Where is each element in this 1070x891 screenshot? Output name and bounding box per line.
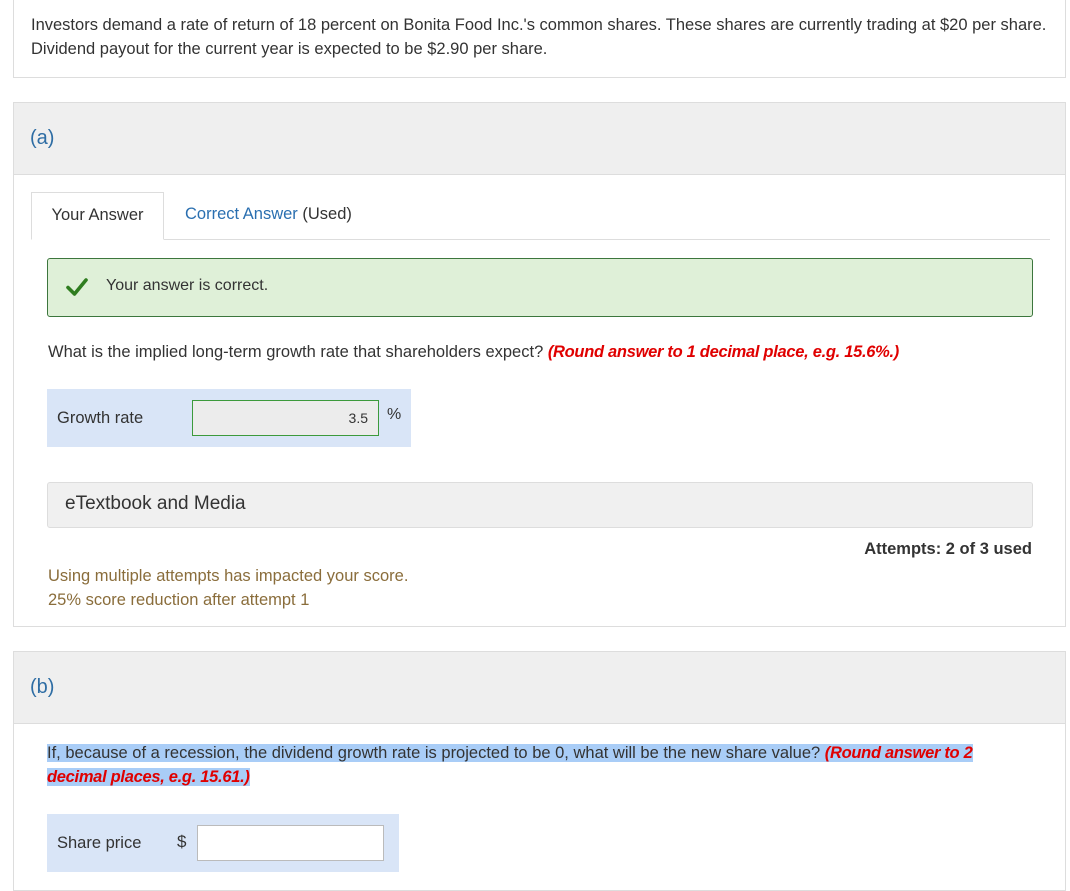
attempts-counter: Attempts: 2 of 3 used xyxy=(864,540,1032,558)
growth-rate-label: Growth rate xyxy=(57,409,144,427)
tab-your-answer[interactable]: Your Answer xyxy=(31,192,164,240)
share-price-input[interactable] xyxy=(197,825,384,861)
score-penalty-notice: Using multiple attempts has impacted you… xyxy=(48,564,408,612)
part-b-panel: (b) If, because of a recession, the divi… xyxy=(13,651,1066,891)
feedback-message: Your answer is correct. xyxy=(106,277,269,294)
checkmark-icon xyxy=(66,278,88,296)
correct-feedback-banner: Your answer is correct. xyxy=(47,258,1033,317)
correct-answer-link[interactable]: Correct Answer xyxy=(185,205,298,223)
share-price-answer-row: Share price $ xyxy=(47,814,399,872)
penalty-line-2: 25% score reduction after attempt 1 xyxy=(48,591,310,609)
question-b: If, because of a recession, the dividend… xyxy=(47,741,987,789)
percent-unit: % xyxy=(387,406,402,423)
growth-rate-input[interactable]: 3.5 xyxy=(192,400,379,436)
penalty-line-1: Using multiple attempts has impacted you… xyxy=(48,567,409,585)
etextbook-media-button[interactable]: eTextbook and Media xyxy=(47,482,1033,528)
rounding-instruction-a: (Round answer to 1 decimal place, e.g. 1… xyxy=(547,343,899,361)
question-a: What is the implied long-term growth rat… xyxy=(48,343,899,362)
answer-tabs: Your Answer Correct Answer (Used) xyxy=(31,192,1050,240)
question-b-text: If, because of a recession, the dividend… xyxy=(47,744,973,786)
part-a-label: (a) xyxy=(14,103,1065,175)
growth-rate-answer-row: Growth rate 3.5 % xyxy=(47,389,411,447)
share-price-label: Share price xyxy=(57,834,142,852)
question-a-text: What is the implied long-term growth rat… xyxy=(48,343,548,361)
question-b-body: If, because of a recession, the dividend… xyxy=(47,744,825,762)
correct-answer-used-note: (Used) xyxy=(297,205,352,223)
problem-statement: Investors demand a rate of return of 18 … xyxy=(13,0,1066,78)
part-a-panel: (a) Your Answer Correct Answer (Used) Yo… xyxy=(13,102,1066,627)
tab-correct-answer[interactable]: Correct Answer (Used) xyxy=(185,192,352,240)
dollar-sign: $ xyxy=(177,832,187,851)
part-b-label: (b) xyxy=(14,652,1065,724)
